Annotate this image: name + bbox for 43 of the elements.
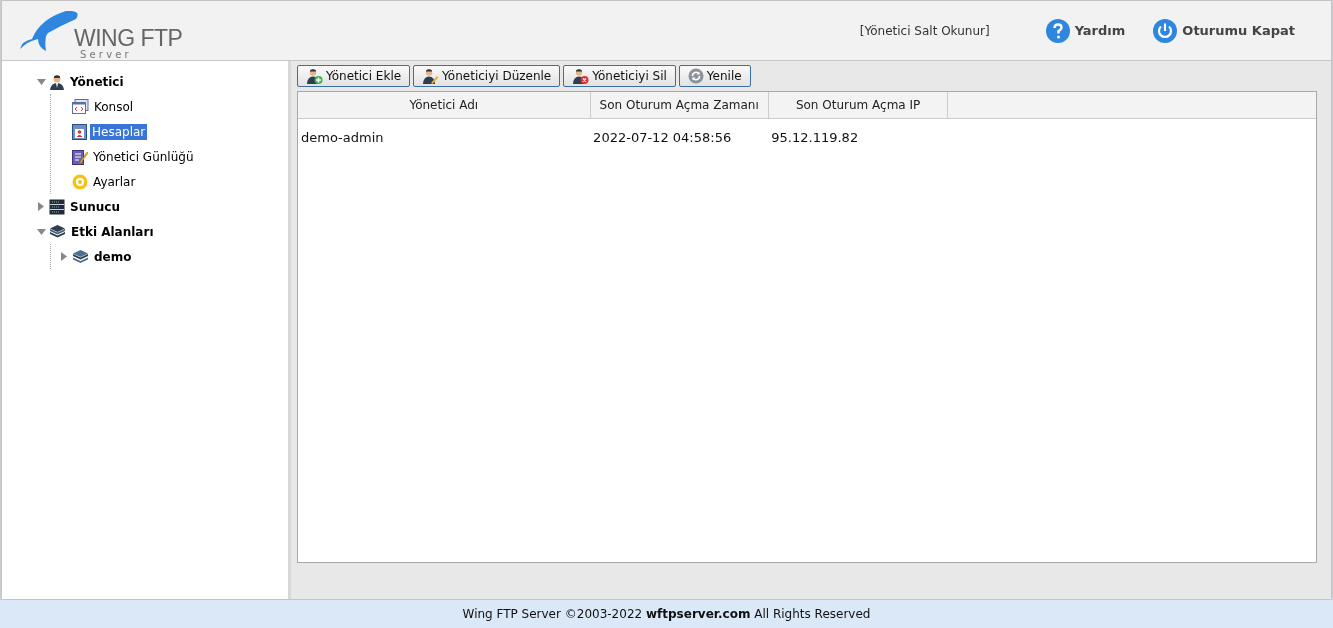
footer-text: Wing FTP Server ©2003-2022 wftpserver.com All Rights Reserved	[462, 607, 871, 621]
tree-item[interactable]: Hesaplar	[90, 123, 148, 140]
tree-item[interactable]: Sunucu	[68, 198, 122, 215]
logo-subtext: S e r v e r	[80, 49, 129, 60]
collapsed-arrow-icon[interactable]	[38, 202, 44, 211]
table-cell: 95.12.119.82	[771, 129, 859, 145]
add-user-icon	[306, 68, 323, 84]
toolbar-button[interactable]: Yenile	[678, 65, 751, 87]
tree-item[interactable]: Konsol	[92, 98, 136, 115]
tree-item[interactable]: Etki Alanları	[69, 223, 156, 240]
collapsed-arrow-icon[interactable]	[61, 252, 67, 261]
help-link[interactable]: Yardım	[1074, 23, 1126, 38]
toolbar-button[interactable]: Yönetici Ekle	[297, 65, 411, 87]
role-label: [Yönetici Salt Okunur]	[859, 23, 990, 38]
edit-user-icon	[422, 68, 440, 84]
website-link[interactable]: wftpserver.com	[646, 607, 751, 621]
expanded-arrow-icon[interactable]	[36, 78, 46, 85]
column-header[interactable]: Yönetici Adı	[298, 92, 591, 119]
help-icon[interactable]	[1045, 18, 1070, 43]
tree-item[interactable]: Yönetici Günlüğü	[91, 148, 196, 165]
layers-icon	[49, 223, 66, 240]
expanded-arrow-icon[interactable]	[36, 228, 46, 235]
notebook-pencil-icon	[72, 148, 88, 165]
logo-text: WING FTP	[74, 26, 183, 50]
layers-icon	[72, 248, 89, 265]
tree-item[interactable]: demo	[92, 248, 134, 265]
console-window-icon	[72, 98, 89, 115]
tree-item[interactable]: Yönetici	[68, 73, 126, 90]
server-rack-icon	[49, 198, 65, 215]
power-icon[interactable]	[1153, 18, 1178, 43]
refresh-icon	[687, 68, 704, 84]
delete-user-icon	[572, 68, 590, 84]
table-cell: demo-admin	[301, 129, 384, 145]
table-cell: 2022-07-12 04:58:56	[593, 129, 732, 145]
column-header[interactable]: Son Oturum Açma IP	[768, 92, 948, 119]
user-card-icon	[72, 123, 87, 140]
person-icon	[49, 73, 65, 90]
logout-link[interactable]: Oturumu Kapat	[1182, 23, 1295, 38]
column-header[interactable]: Son Oturum Açma Zamanı	[590, 92, 769, 119]
toolbar-button[interactable]: Yöneticiyi Sil	[563, 65, 676, 87]
toolbar-button[interactable]: Yöneticiyi Düzenle	[413, 65, 561, 87]
gear-icon	[72, 173, 88, 190]
tree-item[interactable]: Ayarlar	[91, 173, 138, 190]
